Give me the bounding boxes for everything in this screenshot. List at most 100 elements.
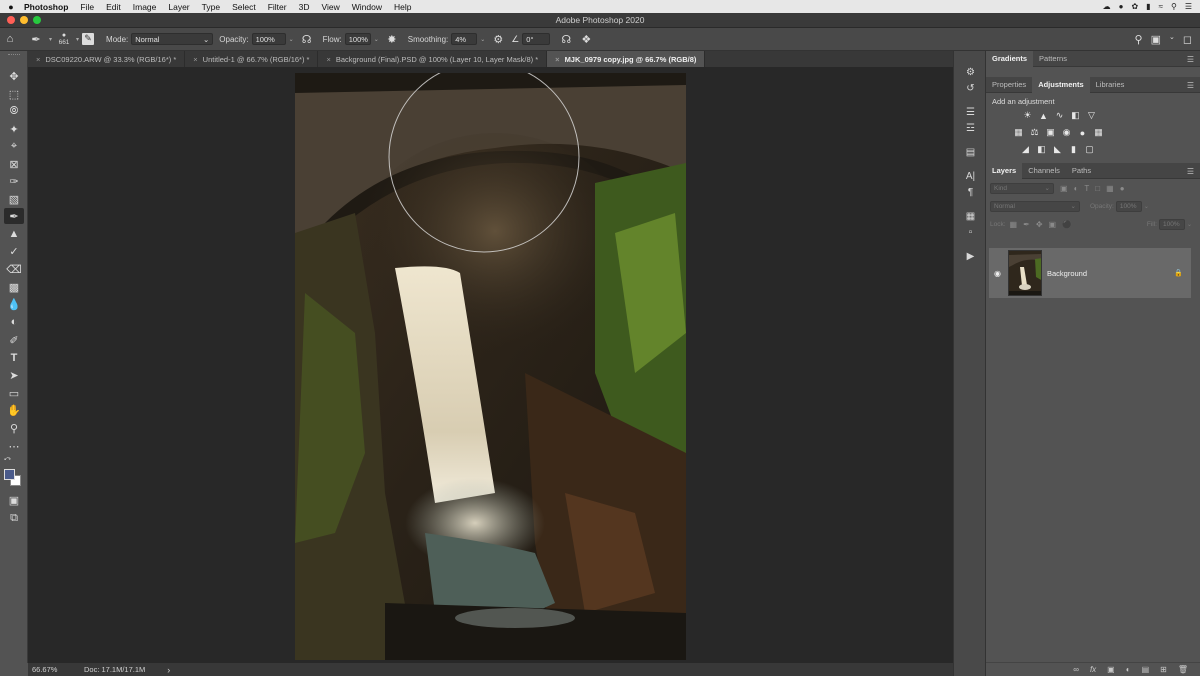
vibrance-icon[interactable]: ▽ xyxy=(1086,110,1097,121)
brush-settings-icon[interactable]: ☰ xyxy=(962,105,979,119)
move-tool-icon[interactable]: ✥ xyxy=(4,68,24,84)
gradient-map-icon[interactable]: ▢ xyxy=(1084,144,1095,155)
threshold-icon[interactable]: ◣ xyxy=(1052,144,1063,155)
chevron-down-icon[interactable]: ⌄ xyxy=(1144,203,1149,210)
tab-patterns[interactable]: Patterns xyxy=(1033,51,1073,67)
panel-menu-icon[interactable]: ☰ xyxy=(1187,167,1194,176)
close-icon[interactable]: × xyxy=(326,55,330,64)
opacity-dropdown[interactable]: ⌄ xyxy=(286,36,297,43)
brush-tool-icon[interactable]: ✒ xyxy=(26,33,46,46)
history-icon[interactable]: ↺ xyxy=(962,81,979,95)
leaf-icon[interactable]: ✿ xyxy=(1131,2,1138,11)
menu-help[interactable]: Help xyxy=(388,2,417,12)
search-icon[interactable]: ⚲ xyxy=(1135,33,1143,46)
pressure-opacity-icon[interactable]: ☊ xyxy=(297,33,317,46)
layer-thumbnail[interactable] xyxy=(1008,250,1042,296)
curves-icon[interactable]: ∿ xyxy=(1054,110,1065,121)
play-actions-icon[interactable]: ▶ xyxy=(962,249,979,263)
menu-window[interactable]: Window xyxy=(346,2,388,12)
new-group-icon[interactable]: ▤ xyxy=(1142,665,1150,674)
foreground-color-swatch[interactable] xyxy=(4,469,15,480)
apple-icon[interactable]: ● xyxy=(0,2,22,12)
wifi-icon[interactable]: ≈ xyxy=(1159,2,1163,11)
healing-brush-tool-icon[interactable]: ▧ xyxy=(4,191,24,207)
color-balance-icon[interactable]: ⚖ xyxy=(1029,127,1040,138)
filter-toggle-icon[interactable]: ● xyxy=(1120,184,1125,193)
workspace-icon[interactable]: ▣ xyxy=(1151,33,1161,46)
document-tab[interactable]: × Background (Final).PSD @ 100% (Layer 1… xyxy=(318,51,548,67)
quick-mask-icon[interactable]: ▣ xyxy=(4,492,24,508)
paragraph-icon[interactable]: ¶ xyxy=(962,185,979,199)
layer-opacity-input[interactable]: 100% xyxy=(1115,200,1142,212)
filter-adjust-icon[interactable]: ◐ xyxy=(1074,184,1079,193)
blur-tool-icon[interactable]: 💧 xyxy=(4,296,24,312)
more-tools-icon[interactable]: ⋯ xyxy=(4,438,24,454)
tab-properties[interactable]: Properties xyxy=(986,77,1032,93)
menu-type[interactable]: Type xyxy=(196,2,226,12)
new-layer-icon[interactable]: ⊞ xyxy=(1160,665,1167,674)
adjustment-layer-icon[interactable]: ◐ xyxy=(1126,665,1131,674)
filter-shape-icon[interactable]: □ xyxy=(1095,184,1100,193)
hue-saturation-icon[interactable]: ▦ xyxy=(1013,127,1024,138)
swatches-icon[interactable]: ▤ xyxy=(962,145,979,159)
brightness-icon[interactable]: ☀ xyxy=(1022,110,1033,121)
tab-gradients[interactable]: Gradients xyxy=(986,50,1034,67)
pressure-size-icon[interactable]: ☊ xyxy=(556,33,576,46)
link-layers-icon[interactable]: ∞ xyxy=(1073,665,1079,674)
document-tab-active[interactable]: × MJK_0979 copy.jpg @ 66.7% (RGB/8) xyxy=(547,51,706,67)
canvas-area[interactable] xyxy=(28,67,953,663)
blend-mode-select[interactable]: Normal ⌄ xyxy=(990,200,1080,212)
layer-style-icon[interactable]: fx xyxy=(1090,665,1096,674)
posterize-icon[interactable]: ◧ xyxy=(1036,144,1047,155)
zoom-level[interactable]: 66.67% xyxy=(28,665,82,674)
filter-pixel-icon[interactable]: ▣ xyxy=(1060,184,1068,193)
lock-artboard-icon[interactable]: ▣ xyxy=(1049,220,1057,229)
status-menu-arrow[interactable]: › xyxy=(145,665,170,675)
panel-menu-icon[interactable]: ☰ xyxy=(1187,81,1194,90)
lock-pixels-icon[interactable]: ▦ xyxy=(1010,220,1018,229)
black-white-icon[interactable]: ▣ xyxy=(1045,127,1056,138)
opacity-input[interactable]: 100% xyxy=(251,33,286,45)
visibility-eye-icon[interactable]: ◉ xyxy=(989,269,1006,278)
symmetry-icon[interactable]: ❖ xyxy=(576,33,596,46)
airbrush-icon[interactable]: ✸ xyxy=(382,33,402,46)
angle-input[interactable]: 0° xyxy=(522,33,551,45)
menu-select[interactable]: Select xyxy=(226,2,262,12)
lock-brush-icon[interactable]: ✒ xyxy=(1023,220,1030,229)
eraser-tool-icon[interactable]: ⌫ xyxy=(4,261,24,277)
screen-mode-icon[interactable]: ⧉ xyxy=(4,510,24,526)
close-icon[interactable]: × xyxy=(193,55,197,64)
levels-icon[interactable]: ▲ xyxy=(1038,110,1049,121)
kind-filter-select[interactable]: Kind ⌄ xyxy=(990,182,1054,194)
mode-select[interactable]: Normal ⌄ xyxy=(131,33,214,45)
flow-dropdown[interactable]: ⌄ xyxy=(371,36,382,43)
menu-view[interactable]: View xyxy=(315,2,345,12)
menu-photoshop[interactable]: Photoshop xyxy=(22,2,74,12)
quick-select-tool-icon[interactable]: ✦ xyxy=(4,121,24,137)
pen-tool-icon[interactable]: ✐ xyxy=(4,332,24,348)
frame-tool-icon[interactable]: ⊠ xyxy=(4,156,24,172)
invert-icon[interactable]: ◢ xyxy=(1020,144,1031,155)
smoothing-input[interactable]: 4% xyxy=(451,33,478,45)
type-tool-icon[interactable]: T xyxy=(4,350,24,366)
menu-3d[interactable]: 3D xyxy=(293,2,316,12)
chevron-down-icon[interactable]: ⌄ xyxy=(1187,221,1192,228)
delete-layer-icon[interactable]: 🗑 xyxy=(1178,665,1188,674)
hand-tool-icon[interactable]: ✋ xyxy=(4,402,24,418)
history-brush-tool-icon[interactable]: ✓ xyxy=(4,243,24,259)
swap-colors-icon[interactable]: ▪↷ xyxy=(4,456,11,463)
clone-stamp-tool-icon[interactable]: ▲ xyxy=(4,226,24,242)
lasso-tool-icon[interactable]: ⦾ xyxy=(4,103,24,119)
tool-preset-dropdown[interactable]: ▾ xyxy=(46,36,55,43)
drop-icon[interactable]: ● xyxy=(1119,2,1124,11)
tab-paths[interactable]: Paths xyxy=(1066,163,1097,179)
zoom-tool-icon[interactable]: ⚲ xyxy=(4,420,24,436)
filter-smart-icon[interactable]: ▦ xyxy=(1106,184,1114,193)
control-center-icon[interactable]: ☰ xyxy=(1185,2,1192,11)
learn-icon[interactable]: ⚙ xyxy=(962,65,979,79)
home-icon[interactable]: ⌂ xyxy=(0,33,20,45)
document-tab[interactable]: × DSC09220.ARW @ 33.3% (RGB/16*) * xyxy=(28,51,186,67)
brush-settings-icon[interactable]: ✎ xyxy=(82,33,95,45)
tab-adjustments[interactable]: Adjustments xyxy=(1032,76,1090,93)
marquee-tool-icon[interactable]: ⬚ xyxy=(4,86,24,102)
